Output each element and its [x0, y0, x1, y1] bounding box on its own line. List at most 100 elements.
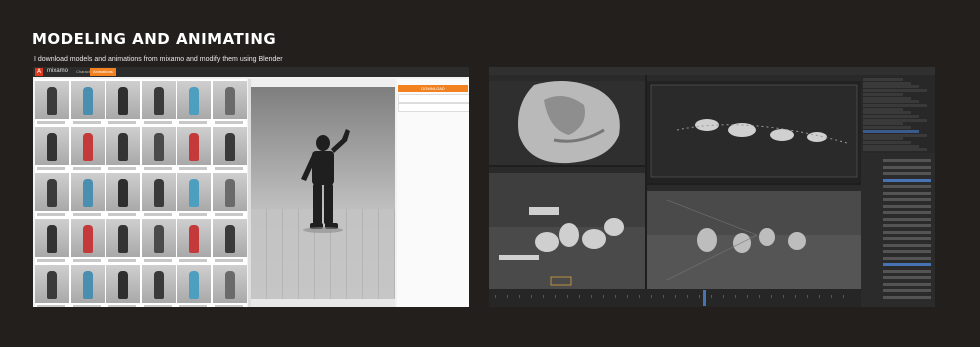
outliner-row[interactable]	[863, 92, 903, 96]
outliner-row[interactable]	[863, 118, 927, 122]
property-field[interactable]	[883, 276, 931, 279]
thumbnail-label	[179, 305, 207, 307]
animation-thumbnail[interactable]	[212, 265, 247, 303]
thumbnail-label	[143, 305, 172, 307]
property-field[interactable]	[883, 204, 931, 208]
property-field[interactable]	[883, 230, 931, 234]
animation-thumbnail[interactable]	[106, 81, 140, 119]
outliner-row[interactable]	[863, 103, 927, 107]
upload-character-button[interactable]	[398, 94, 469, 103]
animation-thumbnail[interactable]	[70, 173, 105, 211]
render-viewport[interactable]	[647, 185, 861, 289]
property-field[interactable]	[883, 295, 931, 299]
thumbnail-label	[179, 121, 207, 124]
page-subtitle: I download models and animations from mi…	[34, 56, 283, 63]
outliner-row[interactable]	[863, 126, 911, 130]
animation-thumbnail[interactable]	[35, 81, 69, 119]
animation-thumbnail[interactable]	[106, 127, 140, 165]
outliner-row[interactable]	[863, 137, 903, 141]
character-figure-icon	[118, 133, 128, 161]
outliner-row[interactable]	[863, 89, 927, 93]
property-field[interactable]	[883, 269, 931, 273]
outliner-row[interactable]	[863, 100, 919, 104]
animation-thumbnail[interactable]	[106, 219, 140, 257]
property-field[interactable]	[883, 191, 931, 195]
animation-thumbnail[interactable]	[106, 265, 140, 303]
animation-thumbnail[interactable]	[70, 265, 105, 303]
scene-viewport[interactable]	[489, 167, 645, 289]
property-field[interactable]	[883, 178, 931, 182]
character-figure-icon	[118, 271, 128, 299]
outliner-row[interactable]	[863, 122, 903, 126]
animation-thumbnail[interactable]	[212, 81, 247, 119]
tab-animations[interactable]: Animations	[90, 68, 116, 76]
outliner-row[interactable]	[863, 148, 927, 152]
property-field[interactable]	[883, 172, 931, 175]
character-figure-icon	[189, 87, 199, 115]
animation-thumbnail[interactable]	[177, 81, 211, 119]
property-field[interactable]	[883, 243, 931, 247]
animation-thumbnail[interactable]	[35, 265, 69, 303]
property-field[interactable]	[883, 159, 931, 162]
property-field[interactable]	[883, 185, 931, 188]
animation-thumbnail[interactable]	[35, 219, 69, 257]
thumbnail-label	[214, 259, 243, 262]
thumbnail-label	[143, 259, 172, 262]
animation-thumbnail[interactable]	[70, 127, 105, 165]
property-field[interactable]	[883, 165, 931, 169]
character-figure-icon	[82, 87, 93, 115]
property-field[interactable]	[883, 217, 931, 221]
outliner-row[interactable]	[863, 96, 911, 100]
outliner-row[interactable]	[863, 78, 903, 81]
property-field[interactable]	[883, 237, 931, 240]
animation-thumbnail[interactable]	[177, 265, 211, 303]
property-field[interactable]	[883, 250, 931, 253]
outliner-row[interactable]	[863, 85, 919, 89]
character-figure-icon	[82, 179, 93, 207]
playback-bar[interactable]	[251, 299, 395, 307]
property-field[interactable]	[883, 224, 931, 227]
property-field[interactable]	[883, 256, 931, 260]
animation-thumbnail[interactable]	[141, 265, 176, 303]
animation-thumbnail[interactable]	[106, 173, 140, 211]
animation-thumbnail[interactable]	[141, 81, 176, 119]
property-field[interactable]	[883, 282, 931, 286]
animation-thumbnail[interactable]	[212, 219, 247, 257]
character-figure-icon	[189, 271, 199, 299]
outliner-row[interactable]	[863, 133, 927, 137]
character-figure-icon	[224, 133, 235, 161]
property-field[interactable]	[883, 289, 931, 292]
animation-thumbnail[interactable]	[212, 173, 247, 211]
character-figure-icon	[82, 225, 93, 253]
animation-thumbnail[interactable]	[70, 219, 105, 257]
animation-thumbnail[interactable]	[70, 81, 105, 119]
find-similar-button[interactable]	[398, 103, 469, 112]
animation-thumbnail[interactable]	[141, 219, 176, 257]
outliner-row[interactable]	[863, 129, 919, 133]
outliner-row[interactable]	[863, 111, 911, 115]
playhead[interactable]	[703, 290, 706, 306]
animation-thumbnail[interactable]	[212, 127, 247, 165]
animation-thumbnail[interactable]	[177, 219, 211, 257]
mixamo-topbar: A mixamo Characters Animations	[33, 67, 469, 77]
animation-thumbnail[interactable]	[35, 127, 69, 165]
character-figure-icon	[47, 179, 57, 207]
thumbnail-label	[179, 167, 207, 170]
animation-thumbnail[interactable]	[35, 173, 69, 211]
property-field[interactable]	[883, 198, 931, 201]
animation-thumbnail[interactable]	[141, 173, 176, 211]
property-field[interactable]	[883, 263, 931, 266]
character-figure-icon	[47, 87, 57, 115]
camera-viewport[interactable]	[647, 75, 861, 183]
outliner-row[interactable]	[863, 144, 919, 148]
outliner-row[interactable]	[863, 115, 919, 118]
animation-thumbnail[interactable]	[141, 127, 176, 165]
download-button[interactable]: DOWNLOAD	[398, 85, 468, 92]
property-field[interactable]	[883, 211, 931, 214]
animation-thumbnail[interactable]	[177, 127, 211, 165]
outliner-row[interactable]	[863, 140, 911, 144]
animation-thumbnail[interactable]	[177, 173, 211, 211]
outliner-row[interactable]	[863, 81, 911, 85]
outliner-row[interactable]	[863, 107, 903, 111]
sculpt-viewport[interactable]	[489, 75, 645, 165]
